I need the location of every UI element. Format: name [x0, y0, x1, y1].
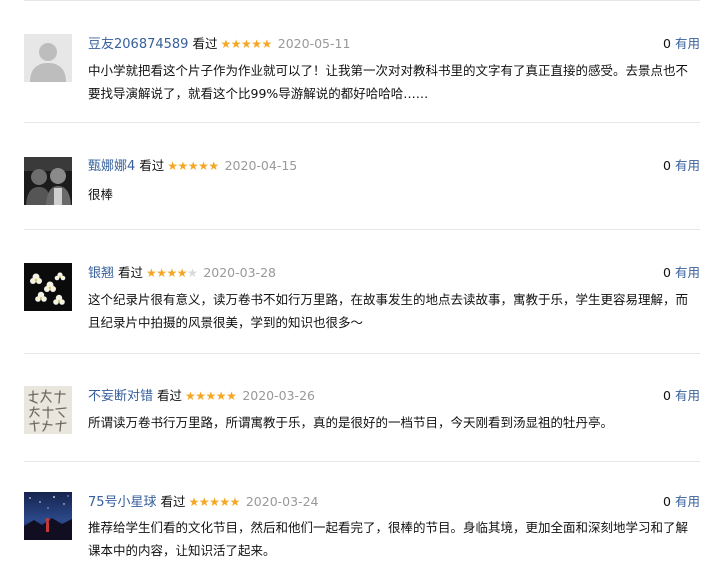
- review-item: 75号小星球 看过 ★★★★★ 2020-03-24 0 有用 推荐给学生们看的文化节目…: [24, 462, 700, 582]
- calligraphy-avatar-icon: [24, 386, 72, 434]
- review-item: 甄娜娜4 看过 ★★★★★ 2020-04-15 0 有用 很棒: [24, 123, 700, 230]
- username-link[interactable]: 银翘: [88, 266, 114, 281]
- review-date: 2020-03-24: [245, 494, 319, 509]
- review-text: 这个纪录片很有意义，读万卷书不如行万里路，在故事发生的地点去读故事，寓教于乐，学…: [88, 292, 689, 330]
- star-icon: ★★★★★: [185, 389, 237, 403]
- watched-label: 看过: [157, 388, 183, 403]
- useful-button[interactable]: 有用: [675, 158, 700, 173]
- username-link[interactable]: 甄娜娜4: [88, 159, 135, 174]
- review-item: 不妄断对错 看过 ★★★★★ 2020-03-26 0 有用 所谓读万卷书行万里路，所谓…: [24, 354, 700, 462]
- rating-stars: ★★★★★: [185, 389, 237, 403]
- review-meta: 豆友206874589 看过 ★★★★★ 2020-05-11: [88, 35, 350, 53]
- useful-count: 0: [663, 158, 671, 173]
- star-icon: ★★★★★: [167, 159, 219, 173]
- useful-count: 0: [663, 36, 671, 51]
- useful-button[interactable]: 有用: [675, 265, 700, 280]
- star-empty-icon: ★: [187, 266, 198, 280]
- useful-count: 0: [663, 494, 671, 509]
- review-meta: 75号小星球 看过 ★★★★★ 2020-03-24: [88, 493, 319, 511]
- default-avatar-icon: [24, 34, 72, 82]
- useful-button[interactable]: 有用: [675, 36, 700, 51]
- night-sky-avatar-icon: [24, 492, 72, 540]
- review-item: 银翘 看过 ★★★★★ 2020-03-28 0 有用 这个纪录片很有意义，读万卷书不如…: [24, 230, 700, 354]
- review-text: 所谓读万卷书行万里路，所谓寓教于乐，真的是很好的一档节目，今天刚看到汤显祖的牡丹…: [88, 415, 614, 430]
- star-icon: ★★★★★: [188, 495, 241, 509]
- review-meta: 银翘 看过 ★★★★★ 2020-03-28: [88, 264, 276, 282]
- review-text: 很棒: [88, 187, 114, 202]
- avatar[interactable]: [24, 263, 72, 311]
- username-link[interactable]: 75号小星球: [88, 495, 157, 510]
- flower-avatar-icon: [24, 263, 72, 311]
- review-item: 豆友206874589 看过 ★★★★★ 2020-05-11 0 有用 中小学就把看这…: [24, 0, 700, 123]
- useful-vote: 0 有用: [663, 157, 700, 175]
- watched-label: 看过: [192, 36, 218, 51]
- avatar[interactable]: [24, 34, 72, 82]
- watched-label: 看过: [139, 158, 165, 173]
- rating-stars: ★★★★★: [188, 495, 241, 509]
- username-link[interactable]: 豆友206874589: [88, 37, 188, 52]
- photo-avatar-icon: [24, 157, 72, 205]
- rating-stars: ★★★★★: [220, 37, 272, 51]
- avatar[interactable]: [24, 157, 72, 205]
- review-text: 中小学就把看这个片子作为作业就可以了！让我第一次对对教科书里的文字有了真正直接的…: [88, 63, 689, 101]
- review-date: 2020-05-11: [277, 36, 351, 51]
- watched-label: 看过: [118, 265, 144, 280]
- useful-button[interactable]: 有用: [675, 388, 700, 403]
- useful-button[interactable]: 有用: [675, 494, 700, 509]
- star-icon: ★★★★: [146, 266, 188, 280]
- review-date: 2020-03-26: [242, 388, 315, 403]
- watched-label: 看过: [160, 494, 186, 509]
- avatar[interactable]: [24, 386, 72, 434]
- star-icon: ★★★★★: [220, 37, 272, 51]
- useful-count: 0: [663, 388, 671, 403]
- review-date: 2020-04-15: [224, 158, 298, 173]
- review-date: 2020-03-28: [203, 265, 276, 280]
- useful-vote: 0 有用: [663, 387, 700, 405]
- review-meta: 甄娜娜4 看过 ★★★★★ 2020-04-15: [88, 157, 297, 175]
- rating-stars: ★★★★★: [167, 159, 219, 173]
- review-meta: 不妄断对错 看过 ★★★★★ 2020-03-26: [88, 387, 315, 405]
- useful-vote: 0 有用: [663, 493, 700, 511]
- useful-vote: 0 有用: [663, 264, 700, 282]
- avatar[interactable]: [24, 492, 72, 540]
- useful-count: 0: [663, 265, 671, 280]
- useful-vote: 0 有用: [663, 35, 700, 53]
- rating-stars: ★★★★★: [146, 266, 198, 280]
- username-link[interactable]: 不妄断对错: [88, 389, 153, 404]
- review-text: 推荐给学生们看的文化节目，然后和他们一起看完了，很棒的节目。身临其境，更加全面和…: [88, 520, 689, 558]
